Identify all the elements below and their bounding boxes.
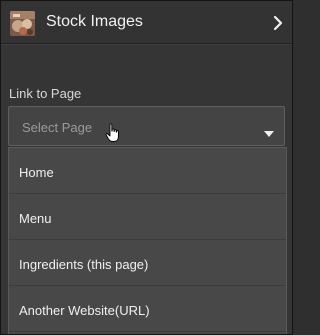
header-title: Stock Images <box>46 13 143 30</box>
settings-panel: Stock Images Link to Page Select Page Ho… <box>0 0 293 335</box>
option-label: Another Website(URL) <box>19 303 150 318</box>
option-label: Ingredients (this page) <box>19 257 149 272</box>
select-page-placeholder: Select Page <box>22 120 93 135</box>
stock-images-header[interactable]: Stock Images <box>1 1 292 44</box>
option-menu[interactable]: Menu <box>9 194 286 240</box>
chevron-right-icon[interactable] <box>271 15 285 31</box>
option-another-website[interactable]: Another Website(URL) <box>9 286 286 332</box>
option-home[interactable]: Home <box>9 148 286 194</box>
food-photo-thumbnail <box>10 11 35 36</box>
option-ingredients[interactable]: Ingredients (this page) <box>9 240 286 286</box>
option-label: Home <box>19 165 54 180</box>
select-page-dropdown[interactable]: Select Page <box>8 106 285 146</box>
option-label: Menu <box>19 211 52 226</box>
hand-pointer-cursor-icon <box>105 123 121 143</box>
caret-down-icon <box>264 124 274 137</box>
page-options-list: Home Menu Ingredients (this page) Anothe… <box>8 147 287 334</box>
link-to-page-label: Link to Page <box>9 86 82 101</box>
